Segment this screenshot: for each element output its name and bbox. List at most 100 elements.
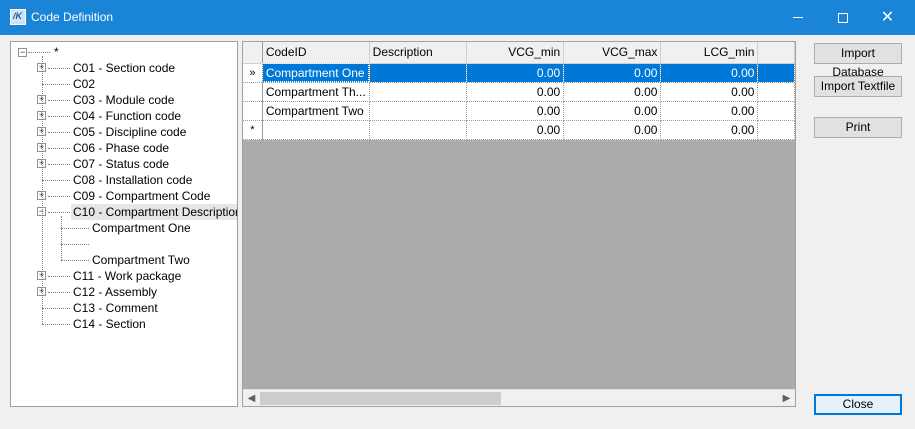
grid-cell-vcg-max[interactable]: 0.00	[563, 101, 662, 121]
tree-connector	[42, 180, 70, 181]
grid-cell-vcg-min[interactable]: 0.00	[466, 82, 565, 102]
tree-connector	[42, 308, 70, 309]
horizontal-scrollbar[interactable]: ◀ ▶	[243, 389, 795, 406]
title-bar: /K Code Definition ✕	[0, 0, 915, 35]
tree-item[interactable]: C08 - Installation code	[71, 172, 194, 188]
tree-connector	[42, 84, 70, 85]
tree-child-item[interactable]	[90, 236, 94, 252]
grid-cell-codeid[interactable]: Compartment Th...	[262, 82, 370, 102]
root-collapse-icon[interactable]: −	[18, 48, 27, 57]
maximize-button[interactable]	[820, 0, 865, 35]
grid-cell-extra[interactable]	[757, 82, 795, 102]
grid-cell-extra[interactable]	[757, 63, 795, 83]
tree-connector	[48, 100, 70, 101]
tree-connector	[48, 116, 70, 117]
tree-connector	[61, 216, 62, 260]
tree-item[interactable]: C14 - Section	[71, 316, 148, 332]
column-header-codeid[interactable]: CodeID	[262, 42, 370, 64]
row-header[interactable]	[243, 101, 263, 121]
scroll-thumb[interactable]	[260, 392, 501, 405]
grid-cell-lcg-min[interactable]: 0.00	[660, 82, 759, 102]
print-button[interactable]: Print	[814, 117, 902, 138]
tree-connector	[28, 52, 50, 53]
column-header-vcg-min[interactable]: VCG_min	[466, 42, 565, 64]
tree-connector	[42, 56, 43, 324]
tree-item[interactable]: C06 - Phase code	[71, 140, 171, 156]
grid-table[interactable]: CodeID Description VCG_min VCG_max LCG_m…	[243, 42, 795, 140]
tree-connector	[48, 148, 70, 149]
tree-child-item[interactable]: Compartment One	[90, 220, 193, 236]
grid-cell-codeid[interactable]: Compartment Two	[262, 101, 370, 121]
tree-connector	[42, 324, 70, 325]
row-header-corner[interactable]	[243, 42, 263, 64]
tree-item[interactable]: C12 - Assembly	[71, 284, 159, 300]
table-row[interactable]: * 0.00 0.00 0.00	[243, 120, 795, 140]
grid-cell-vcg-min[interactable]: 0.00	[466, 120, 565, 140]
tree-connector	[61, 260, 89, 261]
grid-cell-lcg-min[interactable]: 0.00	[660, 63, 759, 83]
tree-item[interactable]: C07 - Status code	[71, 156, 171, 172]
import-database-button[interactable]: Import Database	[814, 43, 902, 79]
tree-item[interactable]: C11 - Work package	[71, 268, 183, 284]
tree-item[interactable]: C04 - Function code	[71, 108, 183, 124]
grid-cell-extra[interactable]	[757, 101, 795, 121]
grid-cell-description[interactable]	[369, 120, 468, 140]
window-title: Code Definition	[31, 10, 114, 24]
grid-cell-extra[interactable]	[757, 120, 795, 140]
grid-cell-codeid[interactable]	[262, 120, 370, 140]
grid-cell-description[interactable]	[369, 101, 468, 121]
tree-item[interactable]: C10 - Compartment Description	[71, 204, 237, 220]
tree-item[interactable]: C09 - Compartment Code	[71, 188, 212, 204]
table-row[interactable]: » Compartment One 0.00 0.00 0.00	[243, 63, 795, 83]
grid-cell-vcg-max[interactable]: 0.00	[563, 63, 662, 83]
grid-cell-vcg-max[interactable]: 0.00	[563, 82, 662, 102]
scroll-left-icon[interactable]: ◀	[243, 390, 260, 406]
grid-cell-vcg-max[interactable]: 0.00	[563, 120, 662, 140]
close-button[interactable]: Close	[814, 394, 902, 415]
tree-item[interactable]: C03 - Module code	[71, 92, 176, 108]
grid-cell-description[interactable]	[369, 82, 468, 102]
tree-connector	[61, 244, 89, 245]
tree-connector	[48, 164, 70, 165]
code-tree[interactable]: − * + C01 - Section code C02 + C03 - Module co…	[10, 41, 238, 407]
window-close-button[interactable]: ✕	[865, 0, 910, 35]
tree-connector	[48, 276, 70, 277]
grid-cell-vcg-min[interactable]: 0.00	[466, 63, 565, 83]
row-header[interactable]: »	[243, 63, 263, 83]
grid-cell-lcg-min[interactable]: 0.00	[660, 120, 759, 140]
table-row[interactable]: Compartment Two 0.00 0.00 0.00	[243, 101, 795, 121]
grid-cell-description[interactable]	[369, 63, 468, 83]
tree-connector	[48, 212, 70, 213]
tree-connector	[48, 68, 70, 69]
column-header-vcg-max[interactable]: VCG_max	[563, 42, 662, 64]
ship-logo-icon: /K	[10, 9, 26, 25]
scroll-right-icon[interactable]: ▶	[778, 390, 795, 406]
tree-connector	[48, 196, 70, 197]
tree-item[interactable]: C05 - Discipline code	[71, 124, 188, 140]
tree-connector	[48, 132, 70, 133]
tree-connector	[61, 228, 89, 229]
tree-child-item[interactable]: Compartment Two	[90, 252, 192, 268]
import-textfile-button[interactable]: Import Textfile	[814, 76, 902, 97]
grid-cell-codeid[interactable]: Compartment One	[262, 63, 370, 83]
minimize-icon	[792, 17, 803, 18]
tree-item[interactable]: C01 - Section code	[71, 60, 177, 76]
column-header-lcg-min[interactable]: LCG_min	[660, 42, 759, 64]
grid-header-row: CodeID Description VCG_min VCG_max LCG_m…	[243, 42, 795, 64]
tree-connector	[48, 292, 70, 293]
tree-root[interactable]: *	[52, 44, 61, 60]
column-header-description[interactable]: Description	[369, 42, 468, 64]
grid-cell-lcg-min[interactable]: 0.00	[660, 101, 759, 121]
tree-item[interactable]: C13 - Comment	[71, 300, 160, 316]
close-icon: ✕	[880, 8, 895, 26]
code-grid[interactable]: CodeID Description VCG_min VCG_max LCG_m…	[242, 41, 796, 407]
column-header-extra[interactable]	[757, 42, 795, 64]
table-row[interactable]: Compartment Th... 0.00 0.00 0.00	[243, 82, 795, 102]
row-header[interactable]	[243, 82, 263, 102]
minimize-button[interactable]	[775, 0, 820, 35]
tree-item[interactable]: C02	[71, 76, 97, 92]
grid-area: CodeID Description VCG_min VCG_max LCG_m…	[243, 42, 795, 389]
row-header[interactable]: *	[243, 120, 263, 140]
maximize-icon	[837, 12, 848, 23]
grid-cell-vcg-min[interactable]: 0.00	[466, 101, 565, 121]
